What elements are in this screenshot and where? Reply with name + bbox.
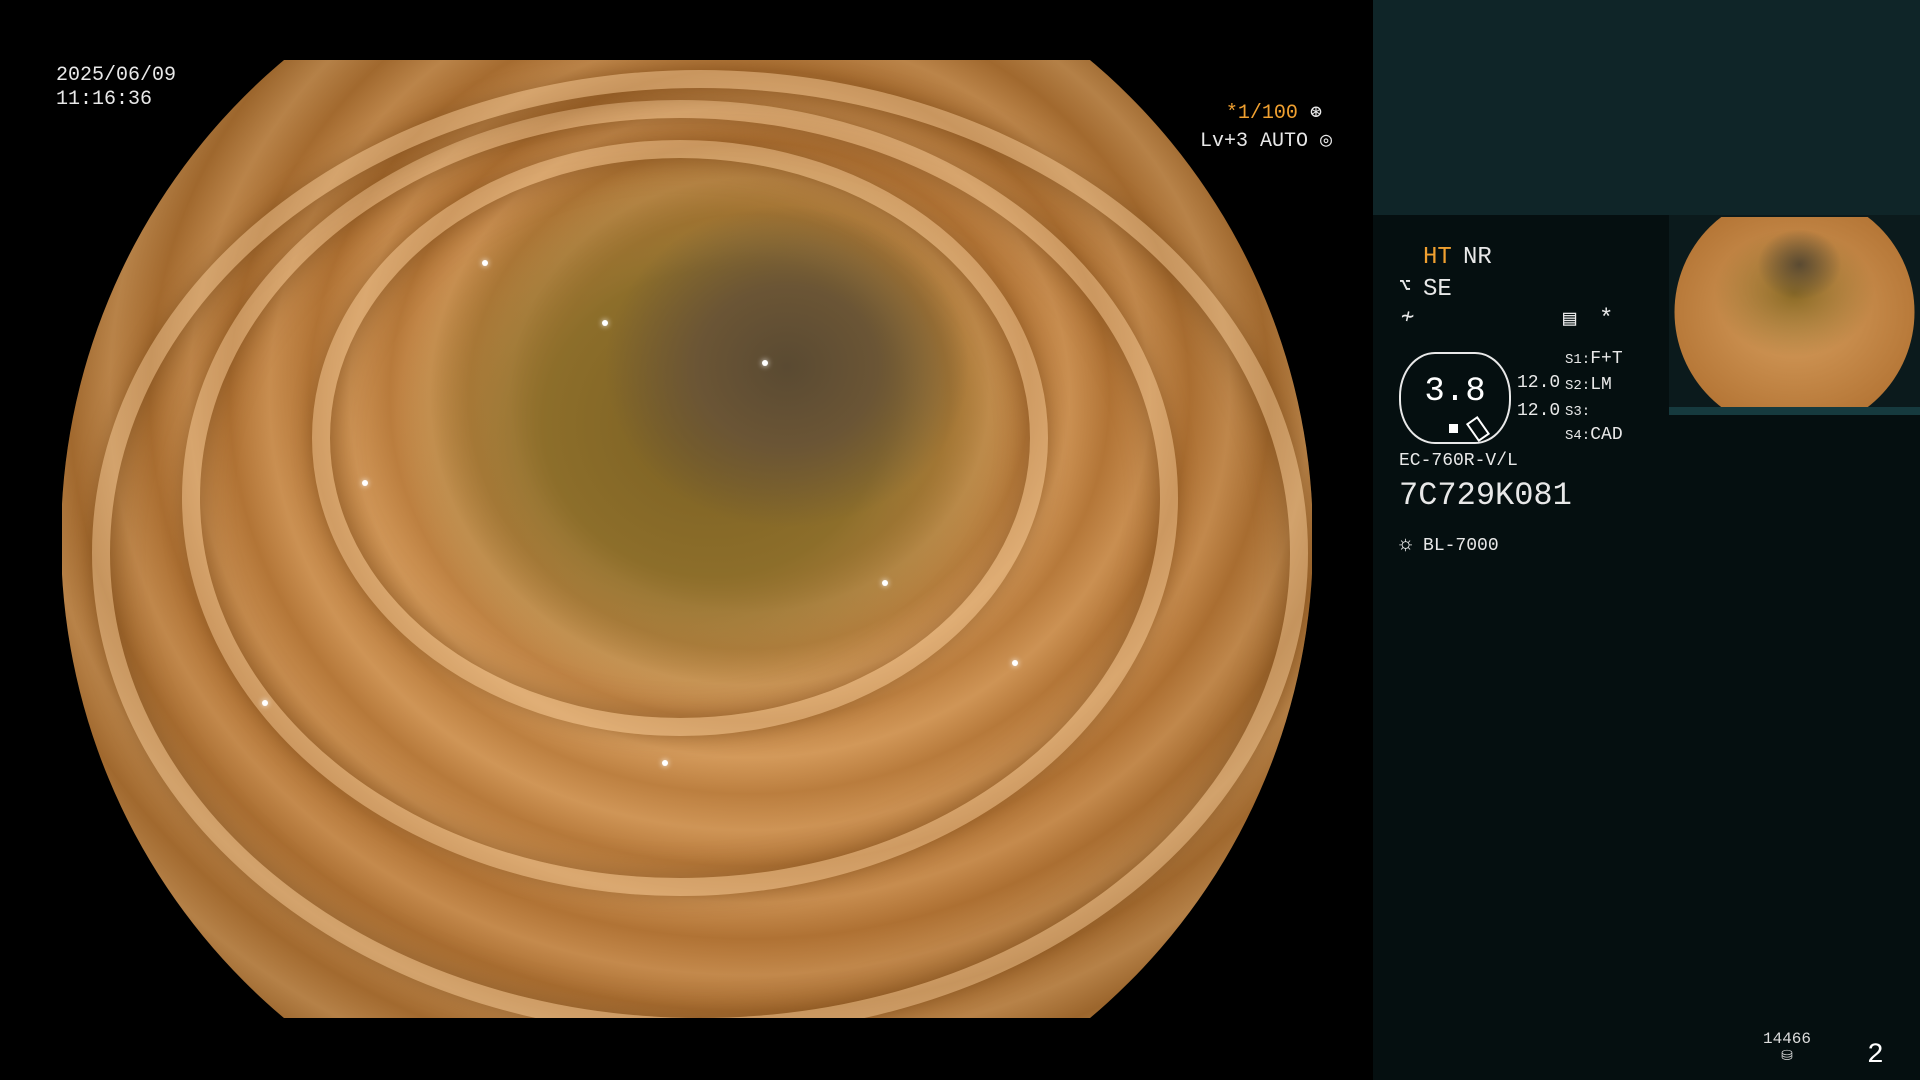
- light-source-row: ☼ BL-7000: [1399, 534, 1499, 557]
- storage-icon: ⛁: [1781, 1049, 1793, 1065]
- info-side-panel: HT NR ⌥ SE ≁ ▤ * 3.8 12.0 12.0 S1:F+T S2…: [1373, 0, 1920, 1080]
- capture-time: 11:16:36: [56, 88, 153, 111]
- light-reflection: [602, 320, 608, 326]
- iris-mode: Lv+3 AUTO: [1200, 130, 1309, 153]
- value-lower: 12.0: [1517, 401, 1561, 421]
- iris-row: Lv+3 AUTO ◎: [1200, 128, 1332, 156]
- endoscope-main-view: 2025/06/09 11:16:36 *1/100 ⊛ Lv+3 AUTO ◎: [0, 0, 1373, 1080]
- mucosal-fold: [92, 70, 1308, 1018]
- light-reflection: [762, 360, 768, 366]
- switch-s3: S3:: [1565, 404, 1591, 420]
- value-upper: 12.0: [1517, 373, 1561, 393]
- asterisk-icon: *: [1599, 306, 1614, 333]
- structure-enhance-icon: ⌥: [1399, 276, 1412, 299]
- switch-s2: S2:LM: [1565, 375, 1612, 395]
- capture-date: 2025/06/09: [56, 64, 177, 87]
- record-settings-icon: ▤: [1563, 307, 1577, 332]
- storage-counter: 14466 ⛁: [1763, 1030, 1812, 1065]
- scope-model: EC-760R-V/L: [1399, 451, 1518, 471]
- scope-serial: 7C729K081: [1399, 477, 1572, 514]
- color-enhance-icon: ≁: [1401, 305, 1415, 330]
- light-reflection: [482, 260, 488, 266]
- iris-icon: ◎: [1320, 130, 1333, 153]
- nr-label: NR: [1463, 244, 1492, 271]
- ht-label: HT: [1423, 244, 1452, 271]
- light-reflection: [882, 580, 888, 586]
- se-label: SE: [1423, 276, 1452, 303]
- endoscopic-image: [62, 60, 1312, 1018]
- light-reflection: [262, 700, 268, 706]
- thumbnail-bar: [1669, 407, 1920, 415]
- light-reflection: [362, 480, 368, 486]
- light-source-icon: ☼: [1399, 532, 1413, 557]
- zoom-needle-icon: [1465, 415, 1491, 443]
- capture-thumbnail[interactable]: [1669, 215, 1920, 415]
- shutter-speed: *1/100: [1225, 102, 1298, 125]
- page-number: 2: [1867, 1040, 1884, 1071]
- light-source-model: BL-7000: [1423, 536, 1499, 556]
- zoom-badge: 3.8: [1399, 352, 1511, 444]
- exposure-settings: *1/100 ⊛ Lv+3 AUTO ◎: [1200, 100, 1332, 156]
- thumbnail-image: [1674, 217, 1915, 407]
- light-reflection: [1012, 660, 1018, 666]
- aperture-icon: ⊛: [1309, 102, 1322, 125]
- switch-s4: S4:CAD: [1565, 425, 1623, 445]
- light-reflection: [662, 760, 668, 766]
- zoom-value: 3.8: [1424, 373, 1486, 411]
- side-panel-header: [1373, 0, 1920, 215]
- switch-s1: S1:F+T: [1565, 349, 1623, 369]
- zoom-marker: [1449, 424, 1458, 433]
- shutter-row: *1/100 ⊛: [1200, 100, 1322, 128]
